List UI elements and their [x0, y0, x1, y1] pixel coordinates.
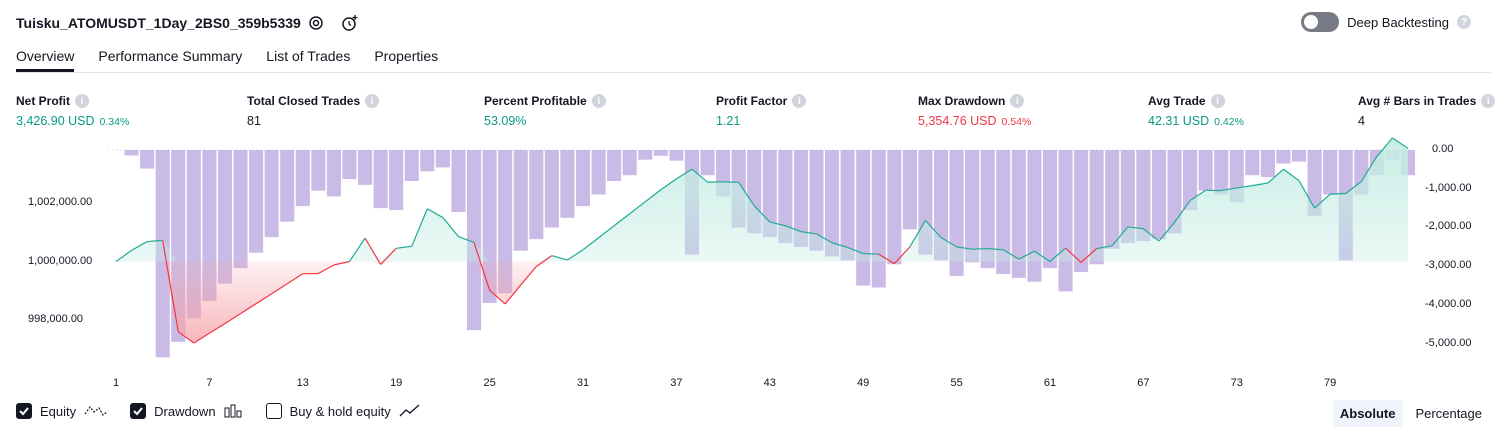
drawdown-checkbox[interactable] — [130, 403, 147, 419]
drawdown-bar — [1136, 150, 1151, 242]
legend-buy-hold[interactable]: Buy & hold equity — [265, 403, 421, 419]
left-axis-tick: 998,000.00 — [28, 313, 84, 326]
drawdown-bar — [1245, 150, 1260, 176]
drawdown-bar — [295, 150, 310, 207]
drawdown-bar — [871, 150, 886, 288]
x-axis-tick: 67 — [1137, 377, 1150, 389]
drawdown-bar — [1276, 150, 1291, 164]
drawdown-bar — [902, 150, 917, 230]
drawdown-bar — [420, 150, 435, 172]
drawdown-bar — [1214, 150, 1229, 195]
drawdown-bar — [233, 150, 248, 269]
right-axis-tick: -2,000.00 — [1425, 220, 1472, 233]
x-axis-tick: 13 — [296, 377, 309, 389]
right-axis-tick: -4,000.00 — [1425, 297, 1472, 310]
x-axis-tick: 73 — [1230, 377, 1243, 389]
drawdown-bar — [622, 150, 637, 176]
x-axis-tick: 37 — [670, 377, 683, 389]
equity-line-segment — [863, 252, 879, 255]
drawdown-bar — [513, 150, 528, 251]
drawdown-bar — [1074, 150, 1089, 273]
equity-line-segment — [723, 181, 739, 183]
drawdown-bar — [249, 150, 264, 253]
drawdown-bar — [124, 150, 139, 156]
drawdown-bar — [140, 150, 155, 169]
drawdown-bar — [311, 150, 326, 191]
drawdown-bar — [264, 150, 279, 238]
legend-drawdown[interactable]: Drawdown — [130, 403, 243, 419]
drawdown-bar — [591, 150, 606, 195]
left-axis-tick: 1,002,000.00 — [28, 195, 93, 208]
drawdown-bar — [560, 150, 575, 218]
x-axis-tick: 43 — [763, 377, 776, 389]
drawdown-bar — [280, 150, 295, 222]
drawdown-bar — [700, 150, 715, 176]
equity-line-segment — [1330, 192, 1346, 195]
equity-line-segment — [972, 248, 988, 250]
drawdown-bar — [638, 150, 653, 160]
equity-checkbox[interactable] — [16, 403, 32, 419]
drawdown-bar — [1027, 150, 1042, 282]
drawdown-bar — [389, 150, 404, 211]
drawdown-bar — [1292, 150, 1307, 162]
drawdown-bar — [856, 150, 871, 286]
equity-drawdown-chart[interactable] — [0, 0, 1507, 400]
drawdown-bar — [451, 150, 466, 212]
drawdown-bar — [404, 150, 419, 181]
left-axis-tick: 1,000,000.00 — [28, 254, 93, 267]
percentage-button[interactable]: Percentage — [1409, 400, 1490, 427]
drawdown-bar — [326, 150, 341, 197]
drawdown-bar — [373, 150, 388, 209]
drawdown-bar — [965, 150, 980, 263]
legend-equity[interactable]: Equity — [16, 403, 108, 419]
drawdown-bar — [575, 150, 591, 207]
x-axis-tick: 61 — [1043, 377, 1057, 389]
drawdown-bar — [840, 150, 855, 261]
drawdown-bar — [1260, 150, 1275, 178]
buy-hold-line-icon — [399, 404, 420, 417]
legend-buy-hold-label: Buy & hold equity — [289, 403, 391, 419]
drawdown-bar — [887, 150, 902, 265]
drawdown-bar — [669, 150, 684, 161]
equity-line-icon — [84, 406, 108, 416]
drawdown-bar — [1105, 150, 1120, 249]
x-axis-tick: 7 — [206, 377, 213, 389]
drawdown-bar — [607, 150, 622, 181]
drawdown-bar — [435, 150, 450, 168]
x-axis-tick: 49 — [857, 377, 870, 389]
legend-drawdown-label: Drawdown — [154, 403, 216, 419]
buy-hold-checkbox[interactable] — [265, 403, 282, 419]
value-mode-toggle: Absolute Percentage — [1332, 400, 1490, 427]
absolute-button[interactable]: Absolute — [1332, 400, 1403, 427]
drawdown-bar — [358, 150, 373, 185]
drawdown-bar — [529, 150, 544, 240]
right-axis-tick: -5,000.00 — [1425, 336, 1472, 349]
drawdown-bar — [1058, 150, 1073, 292]
right-axis-tick: -1,000.00 — [1425, 181, 1472, 194]
chart-legend: Equity Drawdown Buy & hold equity — [16, 403, 443, 419]
drawdown-bars-icon — [224, 404, 242, 418]
x-axis-tick: 55 — [950, 377, 963, 389]
right-axis-tick: 0.00 — [1432, 143, 1454, 155]
legend-equity-label: Equity — [40, 403, 77, 419]
x-axis-tick: 25 — [483, 377, 496, 389]
drawdown-bar — [653, 150, 668, 156]
drawdown-bar — [342, 150, 357, 180]
drawdown-bar — [1042, 150, 1058, 269]
x-axis-tick: 31 — [576, 377, 590, 389]
drawdown-bar — [1151, 150, 1166, 240]
drawdown-bar — [1198, 150, 1213, 191]
x-axis-tick: 19 — [390, 377, 403, 389]
right-axis-tick: -3,000.00 — [1425, 259, 1472, 272]
x-axis-tick: 79 — [1324, 377, 1337, 389]
x-axis-tick: 1 — [112, 377, 120, 389]
drawdown-bar — [1323, 150, 1338, 195]
drawdown-bar — [544, 150, 559, 228]
